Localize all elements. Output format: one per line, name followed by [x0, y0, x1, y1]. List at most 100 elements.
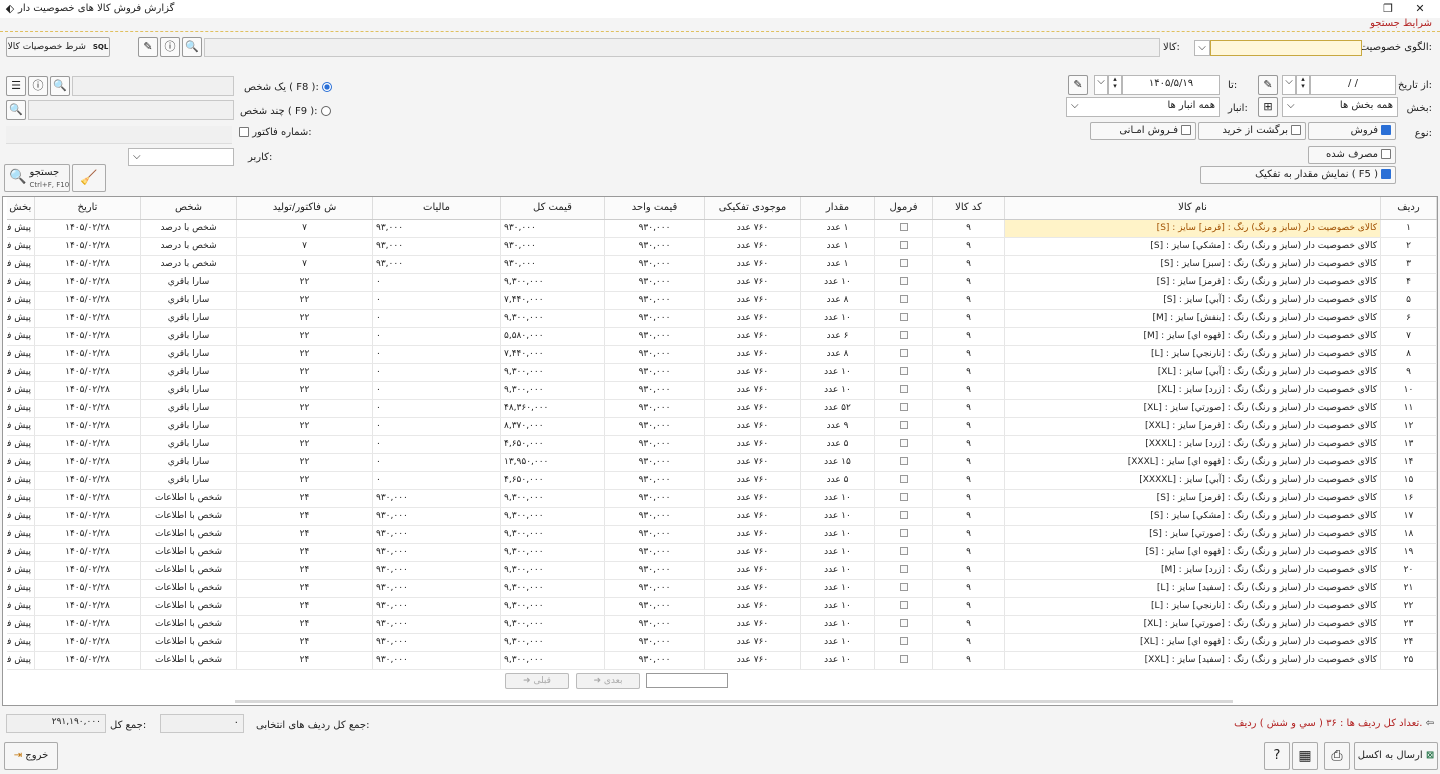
- table-row[interactable]: ۵ کالای خصوصیت دار (سایز و رنگ) رنگ : [آب…: [6, 291, 1437, 310]
- to-date-dropdown[interactable]: ⌵: [1094, 75, 1108, 95]
- table-row[interactable]: ۲۴ کالای خصوصیت دار (سایز و رنگ) رنگ : [ق…: [6, 633, 1437, 652]
- multi-person-search-button[interactable]: 🔍: [6, 100, 26, 120]
- print-button[interactable]: ⎙: [1324, 742, 1350, 770]
- type-trust-checkbox[interactable]: فـروش امـانی: [1090, 122, 1196, 140]
- column-header[interactable]: فرمول: [874, 197, 933, 220]
- formula-checkbox[interactable]: [899, 366, 908, 375]
- item-search-button[interactable]: 🔍: [182, 37, 202, 57]
- multi-person-radio[interactable]: چند شخص ( F9 ):: [240, 106, 331, 117]
- formula-checkbox[interactable]: [899, 582, 908, 591]
- formula-checkbox[interactable]: [899, 330, 908, 339]
- column-header[interactable]: رديف: [1380, 197, 1437, 220]
- column-header[interactable]: موجودی تفکیکی: [704, 197, 801, 220]
- formula-checkbox[interactable]: [899, 420, 908, 429]
- formula-checkbox[interactable]: [899, 258, 908, 267]
- to-date-spinner[interactable]: ▴ ▾: [1108, 75, 1122, 95]
- column-header[interactable]: قيمت كل: [500, 197, 605, 220]
- clear-filters-button[interactable]: 🧹: [72, 164, 106, 192]
- section-tree-button[interactable]: ⊞: [1258, 97, 1278, 117]
- table-row[interactable]: ۳ کالای خصوصیت دار (سایز و رنگ) رنگ : [سب…: [6, 255, 1437, 274]
- help-button[interactable]: ?: [1264, 742, 1290, 770]
- table-row[interactable]: ۲ کالای خصوصیت دار (سایز و رنگ) رنگ : [مش…: [6, 237, 1437, 256]
- column-header[interactable]: مقدار: [800, 197, 875, 220]
- prev-page-button[interactable]: ➜ قبلی: [505, 673, 569, 689]
- table-row[interactable]: ۱۱ کالای خصوصیت دار (سایز و رنگ) رنگ : [ص…: [6, 399, 1437, 418]
- formula-checkbox[interactable]: [899, 240, 908, 249]
- calculator-button[interactable]: ▦: [1292, 742, 1318, 770]
- formula-checkbox[interactable]: [899, 222, 908, 231]
- formula-checkbox[interactable]: [899, 276, 908, 285]
- table-row[interactable]: ۱۳ کالای خصوصیت دار (سایز و رنگ) رنگ : [ز…: [6, 435, 1437, 454]
- type-sale-checkbox[interactable]: فروش: [1308, 122, 1396, 140]
- table-row[interactable]: ۱۶ کالای خصوصیت دار (سایز و رنگ) رنگ : [ق…: [6, 489, 1437, 508]
- table-row[interactable]: ۲۱ کالای خصوصیت دار (سایز و رنگ) رنگ : [س…: [6, 579, 1437, 598]
- column-header[interactable]: کد كالا: [932, 197, 1005, 220]
- table-row[interactable]: ۱۰ کالای خصوصیت دار (سایز و رنگ) رنگ : [ز…: [6, 381, 1437, 400]
- search-button[interactable]: 🔍 جستجو Ctrl+F, F10: [4, 164, 70, 192]
- section-select[interactable]: ⌵ همه بخش ها: [1282, 97, 1398, 117]
- table-row[interactable]: ۸ کالای خصوصیت دار (سایز و رنگ) رنگ : [نا…: [6, 345, 1437, 364]
- formula-checkbox[interactable]: [899, 402, 908, 411]
- table-row[interactable]: ۹ کالای خصوصیت دار (سایز و رنگ) رنگ : [آب…: [6, 363, 1437, 382]
- table-row[interactable]: ۱ کالای خصوصیت دار (سایز و رنگ) رنگ : [قر…: [6, 219, 1437, 238]
- close-icon[interactable]: ✕: [1412, 1, 1428, 17]
- formula-checkbox[interactable]: [899, 564, 908, 573]
- column-header[interactable]: قیمت واحد: [604, 197, 705, 220]
- column-header[interactable]: ماليات: [372, 197, 501, 220]
- formula-checkbox[interactable]: [899, 312, 908, 321]
- show-breakdown-checkbox[interactable]: نمایش مقدار به تفکیک ( F5 ): [1200, 166, 1396, 184]
- table-row[interactable]: ۱۲ کالای خصوصیت دار (سایز و رنگ) رنگ : [ق…: [6, 417, 1437, 436]
- horizontal-scrollbar[interactable]: [235, 700, 1233, 703]
- from-date-spinner[interactable]: ▴ ▾: [1296, 75, 1310, 95]
- table-row[interactable]: ۱۵ کالای خصوصیت دار (سایز و رنگ) رنگ : [آ…: [6, 471, 1437, 490]
- item-input[interactable]: [204, 38, 1160, 57]
- restore-icon[interactable]: ❐: [1380, 1, 1396, 17]
- pattern-dropdown[interactable]: ⌵: [1194, 40, 1210, 56]
- from-date-clear-button[interactable]: ✎: [1258, 75, 1278, 95]
- person-list-button[interactable]: ☰: [6, 76, 26, 96]
- table-row[interactable]: ۲۵ کالای خصوصیت دار (سایز و رنگ) رنگ : [س…: [6, 651, 1437, 670]
- formula-checkbox[interactable]: [899, 654, 908, 663]
- formula-checkbox[interactable]: [899, 438, 908, 447]
- formula-checkbox[interactable]: [899, 348, 908, 357]
- next-page-button[interactable]: ➜ بعدی: [576, 673, 640, 689]
- formula-checkbox[interactable]: [899, 528, 908, 537]
- send-to-excel-button[interactable]: ارسال به اكسل ⊠: [1354, 742, 1438, 770]
- item-feature-condition-button[interactable]: شرط خصوصیات کالا SQL: [6, 37, 110, 57]
- page-number-input[interactable]: [646, 673, 728, 688]
- one-person-radio[interactable]: یک شخص ( F8 ):: [244, 82, 332, 93]
- multi-person-input[interactable]: [28, 100, 234, 120]
- column-header[interactable]: تاريخ: [34, 197, 141, 220]
- table-row[interactable]: ۴ کالای خصوصیت دار (سایز و رنگ) رنگ : [قر…: [6, 273, 1437, 292]
- warehouse-select[interactable]: ⌵ همه انبار ها: [1066, 97, 1220, 117]
- column-header[interactable]: نام كالا: [1004, 197, 1381, 220]
- table-row[interactable]: ۲۲ کالای خصوصیت دار (سایز و رنگ) رنگ : [ن…: [6, 597, 1437, 616]
- item-info-button[interactable]: ⓘ: [160, 37, 180, 57]
- formula-checkbox[interactable]: [899, 546, 908, 555]
- table-row[interactable]: ۱۹ کالای خصوصیت دار (سایز و رنگ) رنگ : [ق…: [6, 543, 1437, 562]
- formula-checkbox[interactable]: [899, 294, 908, 303]
- to-date-input[interactable]: ۱۴۰۵/۵/۱۹: [1122, 75, 1220, 95]
- one-person-input[interactable]: [72, 76, 234, 96]
- consumed-checkbox[interactable]: مصرف شده: [1308, 146, 1396, 164]
- formula-checkbox[interactable]: [899, 600, 908, 609]
- table-row[interactable]: ۷ کالای خصوصیت دار (سایز و رنگ) رنگ : [قه…: [6, 327, 1437, 346]
- person-search-button[interactable]: 🔍: [50, 76, 70, 96]
- user-select[interactable]: ⌵: [128, 148, 234, 166]
- from-date-dropdown[interactable]: ⌵: [1282, 75, 1296, 95]
- pattern-input[interactable]: [1210, 40, 1362, 56]
- column-header[interactable]: ش فاكتور/توليد: [236, 197, 373, 220]
- column-header[interactable]: بخش: [6, 197, 35, 220]
- invoice-no-checkbox[interactable]: شماره فاكتور:: [236, 127, 312, 138]
- formula-checkbox[interactable]: [899, 456, 908, 465]
- table-row[interactable]: ۱۷ کالای خصوصیت دار (سایز و رنگ) رنگ : [م…: [6, 507, 1437, 526]
- item-clear-button[interactable]: ✎: [138, 37, 158, 57]
- person-info-button[interactable]: ⓘ: [28, 76, 48, 96]
- formula-checkbox[interactable]: [899, 384, 908, 393]
- table-row[interactable]: ۲۳ کالای خصوصیت دار (سایز و رنگ) رنگ : [ص…: [6, 615, 1437, 634]
- table-row[interactable]: ۱۴ کالای خصوصیت دار (سایز و رنگ) رنگ : [ق…: [6, 453, 1437, 472]
- formula-checkbox[interactable]: [899, 636, 908, 645]
- formula-checkbox[interactable]: [899, 492, 908, 501]
- table-row[interactable]: ۱۸ کالای خصوصیت دار (سایز و رنگ) رنگ : [ص…: [6, 525, 1437, 544]
- formula-checkbox[interactable]: [899, 474, 908, 483]
